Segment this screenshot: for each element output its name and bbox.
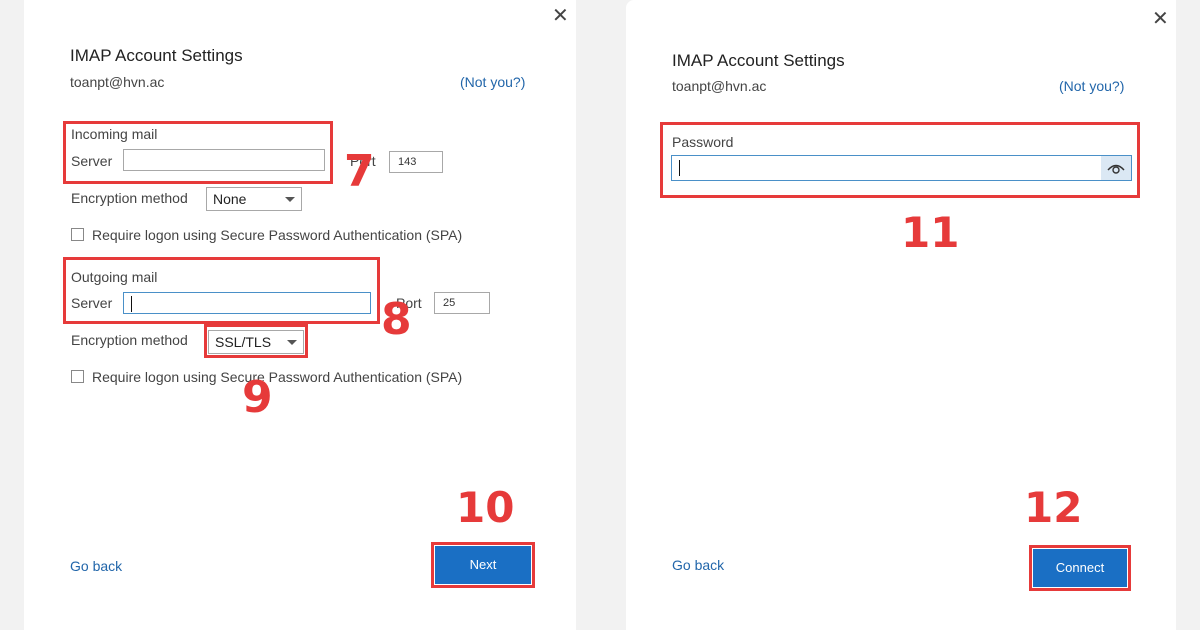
- not-you-link[interactable]: (Not you?): [460, 74, 525, 90]
- highlight-box-connect: [1029, 545, 1131, 591]
- chevron-down-icon: [285, 197, 295, 202]
- highlight-box-outgoing: [63, 257, 380, 324]
- step-number-9: 9: [242, 372, 273, 423]
- highlight-box-password: [660, 122, 1140, 198]
- outgoing-port-input[interactable]: 25: [434, 292, 490, 314]
- imap-settings-panel-right: ✕ IMAP Account Settings toanpt@hvn.ac (N…: [626, 0, 1176, 630]
- incoming-encryption-label: Encryption method: [71, 190, 188, 206]
- go-back-link[interactable]: Go back: [70, 558, 122, 574]
- incoming-spa-label: Require logon using Secure Password Auth…: [92, 227, 463, 243]
- step-number-10: 10: [456, 483, 515, 532]
- step-number-12: 12: [1024, 483, 1083, 532]
- outgoing-spa-label: Require logon using Secure Password Auth…: [92, 369, 463, 385]
- incoming-port-input[interactable]: 143: [389, 151, 443, 173]
- go-back-link[interactable]: Go back: [672, 557, 724, 573]
- highlight-box-incoming: [63, 121, 333, 184]
- imap-settings-panel-left: ✕ IMAP Account Settings toanpt@hvn.ac (N…: [24, 0, 576, 630]
- account-email: toanpt@hvn.ac: [672, 78, 767, 94]
- step-number-11: 11: [901, 208, 960, 257]
- outgoing-spa-checkbox[interactable]: [71, 370, 84, 383]
- highlight-box-encryption: [204, 324, 308, 358]
- step-number-7: 7: [344, 146, 375, 197]
- dialog-title: IMAP Account Settings: [672, 51, 845, 70]
- dialog-title: IMAP Account Settings: [70, 46, 243, 65]
- close-icon[interactable]: ✕: [552, 6, 569, 26]
- not-you-link[interactable]: (Not you?): [1059, 78, 1124, 94]
- account-email: toanpt@hvn.ac: [70, 74, 165, 90]
- highlight-box-next: [431, 542, 535, 588]
- incoming-encryption-select[interactable]: None: [206, 187, 302, 211]
- close-icon[interactable]: ✕: [1152, 9, 1169, 29]
- outgoing-encryption-label: Encryption method: [71, 332, 188, 348]
- step-number-8: 8: [381, 294, 412, 345]
- incoming-spa-checkbox[interactable]: [71, 228, 84, 241]
- incoming-encryption-value: None: [213, 191, 247, 207]
